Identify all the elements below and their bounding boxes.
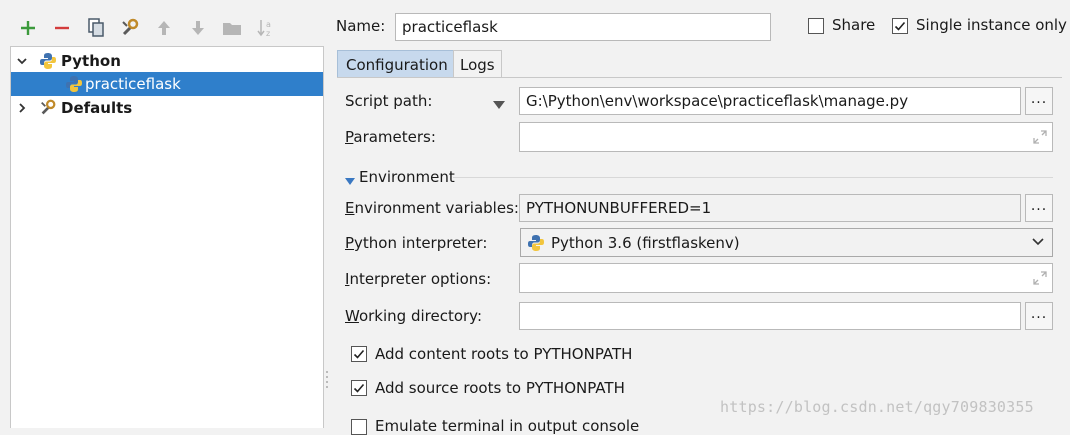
check-icon	[353, 349, 365, 359]
content-roots-label: Add content roots to PYTHONPATH	[375, 345, 633, 363]
tree-item-label: practiceflask	[85, 75, 181, 93]
tree-item-defaults[interactable]: Defaults	[11, 96, 323, 120]
section-divider	[453, 177, 1053, 178]
folder-icon[interactable]	[220, 16, 244, 40]
remove-icon[interactable]	[50, 16, 74, 40]
content-roots-checkbox[interactable]	[351, 346, 367, 362]
splitter-handle[interactable]	[325, 370, 329, 390]
sort-icon[interactable]: az	[254, 16, 278, 40]
parameters-input[interactable]	[519, 122, 1053, 152]
check-icon	[894, 21, 906, 31]
share-checkbox[interactable]	[808, 18, 824, 34]
wrench-icon	[39, 99, 57, 117]
wrench-icon[interactable]	[118, 16, 142, 40]
source-roots-checkbox[interactable]	[351, 380, 367, 396]
move-up-icon[interactable]	[152, 16, 176, 40]
copy-icon[interactable]	[84, 16, 108, 40]
interpreter-value: Python 3.6 (firstflaskenv)	[551, 233, 740, 252]
python-icon	[65, 75, 83, 93]
interpreter-label: Python interpreter:	[345, 234, 488, 252]
interp-options-label: Interpreter options:	[345, 270, 492, 288]
svg-text:a: a	[266, 20, 271, 29]
svg-text:z: z	[266, 29, 270, 38]
single-instance-checkbox[interactable]	[892, 18, 908, 34]
tree-item-label: Python	[61, 52, 121, 70]
script-path-label: Script path:	[345, 92, 433, 110]
triangle-down-icon[interactable]	[345, 172, 355, 190]
emulate-terminal-label: Emulate terminal in output console	[375, 417, 640, 435]
move-down-icon[interactable]	[186, 16, 210, 40]
add-icon[interactable]	[16, 16, 40, 40]
script-path-input[interactable]: G:\Python\env\workspace\practiceflask\ma…	[519, 87, 1021, 115]
parameters-label: Parameters:	[345, 128, 436, 146]
name-input[interactable]: practiceflask	[395, 13, 771, 41]
name-label: Name:	[336, 17, 386, 35]
tree-item-label: Defaults	[61, 99, 133, 117]
tree-item-python[interactable]: Python	[11, 49, 323, 73]
python-icon	[39, 52, 57, 70]
interp-options-input[interactable]	[519, 263, 1053, 293]
working-dir-label: Working directory:	[345, 307, 483, 325]
dropdown-arrow-icon[interactable]	[492, 96, 506, 114]
check-icon	[353, 383, 365, 393]
chevron-down-icon	[1032, 237, 1044, 247]
run-config-tree[interactable]: Python practiceflask Defaults	[10, 46, 324, 428]
environment-section-title: Environment	[359, 168, 455, 186]
env-vars-browse-button[interactable]: ...	[1025, 194, 1053, 222]
expand-icon[interactable]	[1032, 270, 1048, 290]
env-vars-input[interactable]: PYTHONUNBUFFERED=1	[519, 194, 1021, 222]
working-dir-input[interactable]	[519, 302, 1021, 330]
interpreter-select[interactable]: Python 3.6 (firstflaskenv)	[520, 228, 1053, 257]
tab-divider	[337, 77, 1062, 78]
script-path-browse-button[interactable]: ...	[1025, 87, 1053, 115]
share-label: Share	[832, 16, 876, 34]
watermark: https://blog.csdn.net/qgy709830355	[720, 398, 1034, 416]
tab-logs[interactable]: Logs	[453, 50, 502, 78]
chevron-right-icon[interactable]	[15, 101, 29, 115]
chevron-down-icon[interactable]	[15, 54, 29, 68]
tab-configuration[interactable]: Configuration	[337, 50, 457, 78]
emulate-terminal-checkbox[interactable]	[351, 419, 367, 435]
source-roots-label: Add source roots to PYTHONPATH	[375, 379, 625, 397]
env-vars-label: Environment variables:	[345, 199, 519, 217]
python-icon	[527, 234, 545, 252]
single-instance-label: Single instance only	[916, 16, 1067, 34]
expand-icon[interactable]	[1032, 129, 1048, 149]
working-dir-browse-button[interactable]: ...	[1025, 302, 1053, 330]
tree-item-practiceflask[interactable]: practiceflask	[11, 72, 323, 96]
